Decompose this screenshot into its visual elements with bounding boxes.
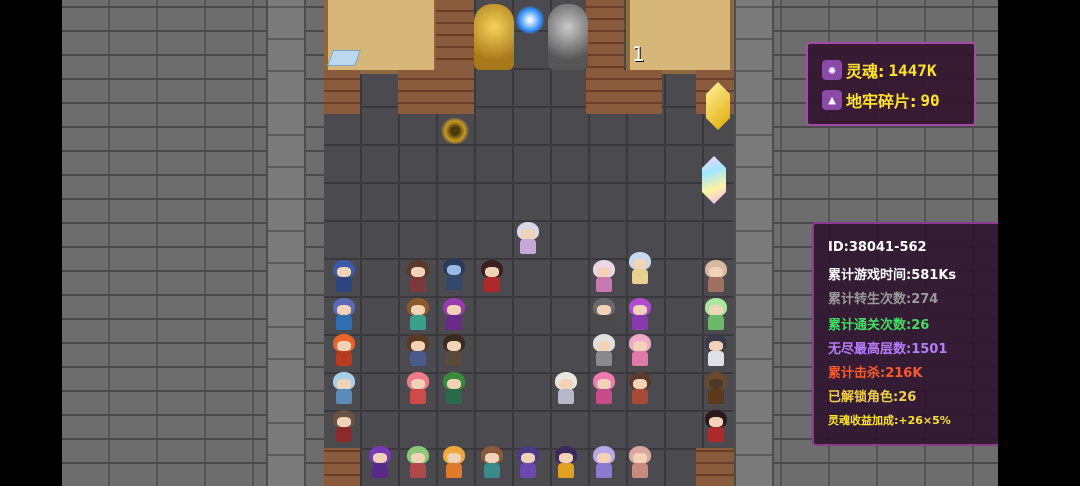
stat-soul-bonus: 灵魂收益加成:+26×5% (828, 414, 951, 427)
character-sprite[interactable] (440, 258, 468, 292)
brick-block (324, 448, 360, 486)
character-sprite[interactable] (440, 334, 468, 368)
shard-value: 90 (920, 90, 940, 110)
stat-endless-max: 无尽最高层数:1501 (828, 342, 948, 357)
brick-block (624, 70, 662, 114)
character-sprite[interactable] (626, 298, 654, 332)
card-item-icon[interactable] (327, 50, 361, 66)
portal-icon[interactable] (440, 118, 470, 144)
character-sprite[interactable] (440, 446, 468, 480)
silver-statue-icon[interactable] (548, 4, 588, 70)
character-sprite[interactable] (590, 298, 618, 332)
character-sprite[interactable] (626, 334, 654, 368)
stat-rebirth-count: 累计转生次数:274 (828, 292, 939, 307)
soul-value: 1447K (888, 60, 937, 80)
stat-unlocked-characters: 已解锁角色:26 (828, 390, 917, 405)
floor-counter: 1 (632, 42, 645, 66)
blue-orb-icon[interactable] (516, 6, 544, 34)
character-sprite[interactable] (404, 334, 432, 368)
character-sprite[interactable] (440, 298, 468, 332)
character-sprite[interactable] (404, 298, 432, 332)
character-sprite[interactable] (590, 260, 618, 294)
brick-block (398, 70, 474, 114)
brick-block (696, 448, 734, 486)
character-sprite[interactable] (404, 372, 432, 406)
character-sprite[interactable] (626, 372, 654, 406)
character-sprite[interactable] (440, 372, 468, 406)
character-sprite[interactable] (478, 446, 506, 480)
soul-swirl-icon: ✺ (822, 60, 842, 80)
soul-label: 灵魂: (846, 62, 885, 81)
character-sprite[interactable] (404, 446, 432, 480)
character-sprite[interactable] (404, 260, 432, 294)
soul-row: ✺ 灵魂: 1447K (822, 58, 937, 82)
character-sprite[interactable] (626, 446, 654, 480)
left-wall-pillar (266, 0, 306, 486)
player-character[interactable] (514, 222, 542, 256)
stats-panel: ID:38041-562 累计游戏时间:581Ks 累计转生次数:274 累计通… (812, 222, 998, 446)
stat-clear-count: 累计通关次数:26 (828, 318, 930, 333)
character-sprite[interactable] (330, 410, 358, 444)
stat-play-time: 累计游戏时间:581Ks (828, 268, 957, 283)
shard-label: 地牢碎片: (846, 92, 917, 111)
stat-id: ID:38041-562 (828, 240, 927, 255)
character-sprite[interactable] (514, 446, 542, 480)
resource-panel: ✺ 灵魂: 1447K ▲ 地牢碎片: 90 (806, 42, 976, 126)
brick-block (586, 0, 624, 114)
character-sprite[interactable] (330, 298, 358, 332)
brick-block (324, 70, 360, 114)
character-sprite[interactable] (478, 260, 506, 294)
character-sprite[interactable] (702, 372, 730, 406)
brick-block (436, 0, 474, 70)
character-sprite[interactable] (330, 372, 358, 406)
dungeon-shard-icon: ▲ (822, 90, 842, 110)
character-sprite[interactable] (702, 298, 730, 332)
character-sprite[interactable] (590, 372, 618, 406)
character-sprite[interactable] (702, 334, 730, 368)
character-sprite[interactable] (552, 446, 580, 480)
right-wall-pillar (734, 0, 774, 486)
character-sprite[interactable] (702, 260, 730, 294)
character-sprite[interactable] (366, 446, 394, 480)
character-sprite[interactable] (330, 334, 358, 368)
character-sprite[interactable] (330, 260, 358, 294)
character-sprite[interactable] (590, 446, 618, 480)
character-sprite[interactable] (552, 372, 580, 406)
character-sprite[interactable] (626, 252, 654, 286)
character-sprite[interactable] (590, 334, 618, 368)
stat-kills: 累计击杀:216K (828, 366, 923, 381)
character-sprite[interactable] (702, 410, 730, 444)
shard-row: ▲ 地牢碎片: 90 (822, 88, 940, 112)
gold-statue-icon[interactable] (474, 4, 514, 70)
